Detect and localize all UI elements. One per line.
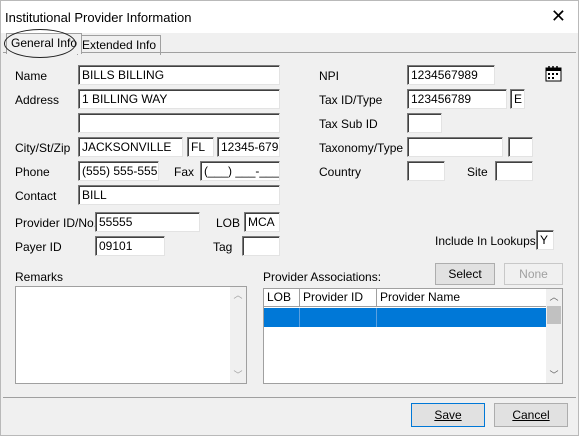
taxonomy-label: Taxonomy/Type: [319, 141, 404, 155]
providerid-field[interactable]: 55555: [95, 212, 200, 232]
payerid-label: Payer ID: [15, 240, 62, 254]
window-title: Institutional Provider Information: [5, 10, 192, 25]
select-button[interactable]: Select: [435, 263, 495, 285]
name-label: Name: [15, 69, 48, 83]
fax-field[interactable]: (___) ___-____: [200, 161, 280, 181]
address2-field[interactable]: [78, 113, 280, 133]
city-field[interactable]: JACKSONVILLE: [78, 137, 183, 157]
associations-grid: LOB Provider ID Provider Name ︿ ﹀: [263, 288, 563, 384]
taxonomy-field[interactable]: [407, 137, 503, 157]
taxtype-field[interactable]: E: [510, 89, 525, 109]
zip-field[interactable]: 12345-6798: [217, 137, 280, 157]
scroll-up-icon[interactable]: ︿: [230, 287, 246, 303]
npi-label: NPI: [319, 69, 340, 83]
footer-divider: [3, 397, 576, 398]
taxsubid-label: Tax Sub ID: [319, 117, 378, 131]
state-field[interactable]: FL: [187, 137, 214, 157]
lob-field[interactable]: MCA: [244, 212, 280, 232]
none-button[interactable]: None: [504, 263, 563, 285]
calendar-icon[interactable]: [543, 63, 565, 85]
grid-scrollbar[interactable]: ︿ ﹀: [546, 289, 562, 383]
scroll-down-icon[interactable]: ﹀: [230, 367, 246, 383]
taxid-label: Tax ID/Type: [319, 93, 383, 107]
payerid-field[interactable]: 09101: [95, 236, 165, 256]
column-header-provider-id[interactable]: Provider ID: [300, 289, 377, 307]
provider-info-window: Institutional Provider Information ✕ Gen…: [0, 0, 579, 436]
site-field[interactable]: [495, 161, 533, 181]
cancel-button[interactable]: Cancel: [494, 403, 568, 427]
country-field[interactable]: [407, 161, 445, 181]
include-lookups-field[interactable]: Y: [536, 230, 554, 250]
country-label: Country: [319, 165, 362, 179]
grid-header: LOB Provider ID Provider Name: [264, 289, 547, 307]
taxid-field[interactable]: 123456789: [407, 89, 507, 109]
remarks-scrollbar[interactable]: ︿ ﹀: [230, 287, 246, 383]
close-icon[interactable]: ✕: [551, 6, 566, 26]
tag-field[interactable]: [242, 236, 280, 256]
table-cell: [300, 308, 377, 327]
tab-divider: [3, 52, 576, 53]
phone-field[interactable]: (555) 555-5555: [78, 161, 159, 181]
site-label: Site: [467, 165, 488, 179]
cancel-button-label: Cancel: [512, 408, 550, 422]
scroll-up-icon[interactable]: ︿: [546, 289, 562, 305]
remarks-label: Remarks: [15, 270, 64, 284]
address1-field[interactable]: 1 BILLING WAY: [78, 89, 280, 109]
taxonomytype-field[interactable]: [508, 137, 533, 157]
name-field[interactable]: BILLS BILLING: [78, 65, 280, 85]
save-button-label: Save: [434, 408, 462, 422]
title-bar: Institutional Provider Information ✕: [1, 1, 578, 33]
contact-field[interactable]: BILL: [78, 185, 280, 205]
save-button[interactable]: Save: [411, 403, 485, 427]
npi-field[interactable]: 1234567989: [407, 65, 495, 85]
table-cell: [264, 308, 300, 327]
address-label: Address: [15, 93, 60, 107]
table-row[interactable]: [264, 308, 547, 327]
taxsubid-field[interactable]: [407, 113, 442, 133]
phone-label: Phone: [15, 165, 50, 179]
remarks-textarea[interactable]: ︿ ﹀: [15, 286, 247, 384]
column-header-lob[interactable]: LOB: [264, 289, 300, 307]
tag-label: Tag: [213, 240, 233, 254]
lob-label: LOB: [216, 216, 241, 230]
column-header-provider-name[interactable]: Provider Name: [377, 289, 547, 307]
providerid-label: Provider ID/No.: [15, 216, 98, 230]
contact-label: Contact: [15, 189, 57, 203]
fax-label: Fax: [174, 165, 195, 179]
include-lookups-label: Include In Lookups?: [435, 234, 543, 248]
scroll-down-icon[interactable]: ﹀: [546, 367, 562, 383]
citystzip-label: City/St/Zip: [15, 141, 71, 155]
associations-label: Provider Associations:: [263, 270, 382, 284]
tab-general-info[interactable]: General Info: [6, 33, 83, 54]
scroll-thumb[interactable]: [547, 306, 561, 324]
